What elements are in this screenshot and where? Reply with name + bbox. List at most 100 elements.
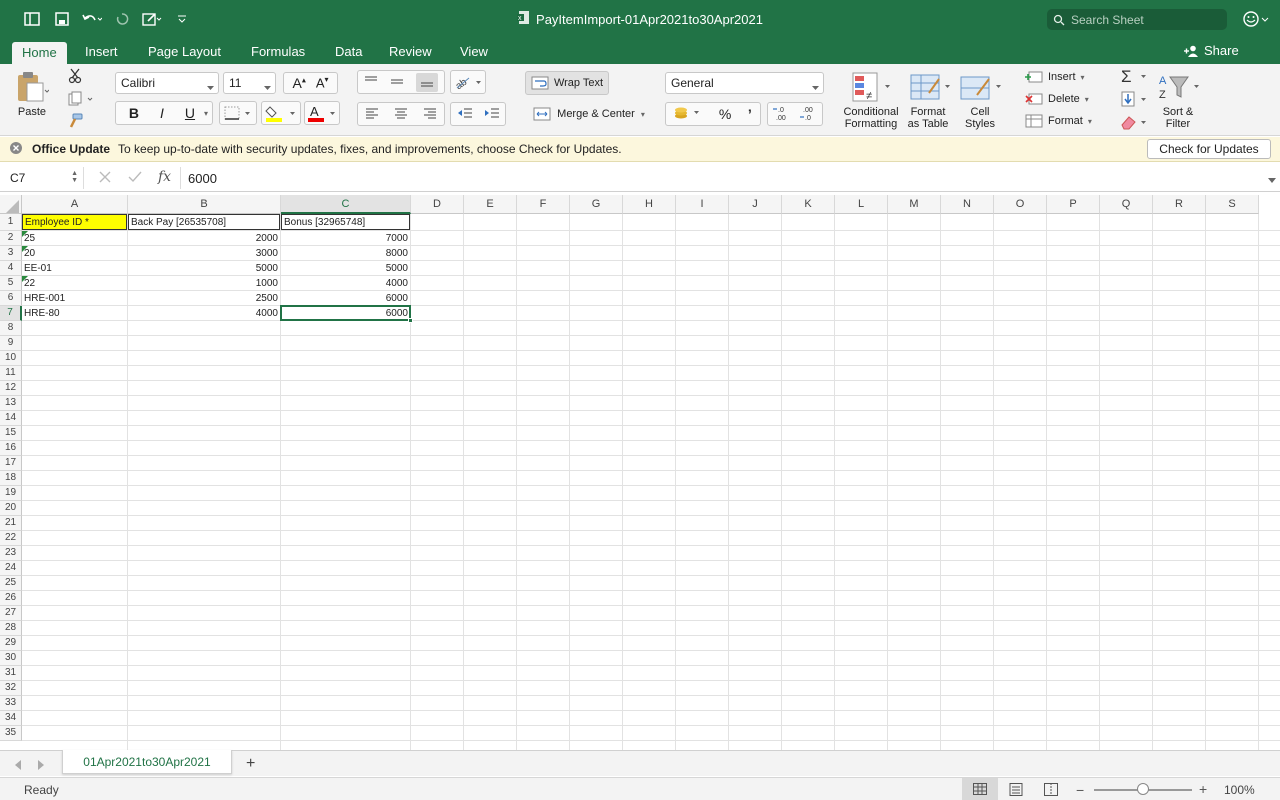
borders-button[interactable] <box>219 101 257 125</box>
table-cell[interactable]: 2500 <box>128 291 280 305</box>
decrease-indent-icon[interactable] <box>457 107 473 122</box>
sort-filter-button[interactable]: AZ <box>1155 70 1201 104</box>
row-header-32[interactable]: 32 <box>0 681 22 696</box>
column-header-i[interactable]: I <box>676 195 729 214</box>
tab-insert[interactable]: Insert <box>85 44 118 59</box>
row-header-33[interactable]: 33 <box>0 696 22 711</box>
comma-style-button[interactable]: ’ <box>748 106 752 122</box>
tab-formulas[interactable]: Formulas <box>251 44 305 59</box>
sheet-tab-active[interactable]: 01Apr2021to30Apr2021 <box>62 750 232 774</box>
page-layout-view-icon[interactable] <box>1009 783 1023 799</box>
clear-button[interactable] <box>1117 112 1151 132</box>
header-cell-b[interactable]: Back Pay [26535708] <box>128 214 280 230</box>
row-header-20[interactable]: 20 <box>0 501 22 516</box>
table-cell[interactable]: 1000 <box>128 276 280 290</box>
row-header-24[interactable]: 24 <box>0 561 22 576</box>
column-header-a[interactable]: A <box>22 195 128 214</box>
fill-button[interactable] <box>1117 89 1151 109</box>
conditional-formatting-button[interactable]: ≠ <box>848 70 894 104</box>
zoom-out-icon[interactable]: − <box>1076 782 1084 798</box>
formula-input[interactable]: 6000 <box>180 167 1270 189</box>
row-header-2[interactable]: 2 <box>0 231 22 246</box>
wrap-text-button[interactable]: Wrap Text <box>525 71 609 95</box>
font-size-grow-shrink[interactable]: A▴ A▾ <box>283 72 338 94</box>
decrease-decimal-icon[interactable]: .00.0 <box>799 105 819 124</box>
column-header-m[interactable]: M <box>888 195 941 214</box>
column-header-e[interactable]: E <box>464 195 517 214</box>
zoom-slider-thumb[interactable] <box>1137 783 1149 795</box>
row-header-1[interactable]: 1 <box>0 214 22 231</box>
row-header-14[interactable]: 14 <box>0 411 22 426</box>
fill-color-button[interactable] <box>261 101 301 125</box>
format-as-table-button[interactable] <box>906 70 952 104</box>
column-header-c[interactable]: C <box>281 195 411 214</box>
share-button[interactable]: Share <box>1184 43 1239 58</box>
select-all-corner[interactable] <box>0 195 22 214</box>
align-bottom-icon[interactable] <box>416 72 438 92</box>
row-header-9[interactable]: 9 <box>0 336 22 351</box>
page-break-preview-icon[interactable] <box>1044 783 1058 799</box>
row-header-31[interactable]: 31 <box>0 666 22 681</box>
column-header-q[interactable]: Q <box>1100 195 1153 214</box>
column-header-p[interactable]: P <box>1047 195 1100 214</box>
row-header-28[interactable]: 28 <box>0 621 22 636</box>
row-header-29[interactable]: 29 <box>0 636 22 651</box>
table-cell[interactable]: 6000 <box>281 306 410 320</box>
row-header-23[interactable]: 23 <box>0 546 22 561</box>
row-header-7[interactable]: 7 <box>0 306 22 321</box>
align-top-icon[interactable] <box>364 75 378 90</box>
row-header-34[interactable]: 34 <box>0 711 22 726</box>
table-cell[interactable]: 7000 <box>281 231 410 245</box>
accounting-format-icon[interactable] <box>674 106 702 123</box>
align-left-icon[interactable] <box>365 107 379 122</box>
row-header-21[interactable]: 21 <box>0 516 22 531</box>
row-header-17[interactable]: 17 <box>0 456 22 471</box>
header-cell-c[interactable]: Bonus [32965748] <box>281 214 410 230</box>
worksheet-grid[interactable]: A B C D E F G H I J K L M N O P Q R S 1 2 3 4 5 6 7 8 9 10 11 12 13 14 15… <box>0 195 1280 750</box>
table-cell[interactable]: 5000 <box>128 261 280 275</box>
table-cell[interactable]: HRE-80 <box>22 306 127 320</box>
table-cell[interactable]: 5000 <box>281 261 410 275</box>
column-header-g[interactable]: G <box>570 195 623 214</box>
merge-center-button[interactable]: Merge & Center ▾ <box>528 102 650 126</box>
font-name-select[interactable]: Calibri <box>115 72 219 94</box>
check-for-updates-button[interactable]: Check for Updates <box>1147 139 1271 159</box>
row-header-16[interactable]: 16 <box>0 441 22 456</box>
column-header-k[interactable]: K <box>782 195 835 214</box>
normal-view-icon[interactable] <box>962 778 998 800</box>
row-header-4[interactable]: 4 <box>0 261 22 276</box>
row-header-12[interactable]: 12 <box>0 381 22 396</box>
row-header-18[interactable]: 18 <box>0 471 22 486</box>
feedback-smiley-icon[interactable] <box>1242 10 1270 31</box>
table-cell[interactable]: 6000 <box>281 291 410 305</box>
insert-function-button[interactable]: fx <box>158 169 171 185</box>
table-cell[interactable]: 4000 <box>281 276 410 290</box>
cancel-entry-icon[interactable] <box>98 170 112 187</box>
align-right-icon[interactable] <box>423 107 437 122</box>
zoom-level[interactable]: 100% <box>1224 783 1255 797</box>
row-header-26[interactable]: 26 <box>0 591 22 606</box>
autosum-button[interactable]: Σ <box>1117 66 1151 86</box>
table-cell[interactable]: 2000 <box>128 231 280 245</box>
decrease-font-icon[interactable]: A▾ <box>316 75 329 90</box>
row-header-6[interactable]: 6 <box>0 291 22 306</box>
delete-cells-button[interactable]: Delete ▾ <box>1025 90 1097 108</box>
row-header-3[interactable]: 3 <box>0 246 22 261</box>
increase-indent-icon[interactable] <box>484 107 500 122</box>
font-color-button[interactable]: A <box>304 101 340 125</box>
table-cell[interactable]: EE-01 <box>22 261 127 275</box>
underline-button[interactable]: U <box>176 105 204 121</box>
confirm-entry-icon[interactable] <box>128 170 142 187</box>
row-header-19[interactable]: 19 <box>0 486 22 501</box>
add-sheet-icon[interactable]: + <box>246 755 255 773</box>
format-painter-icon[interactable] <box>66 112 84 130</box>
row-header-13[interactable]: 13 <box>0 396 22 411</box>
cell-styles-button[interactable] <box>958 70 1004 104</box>
orientation-button[interactable]: ab <box>450 70 486 94</box>
copy-icon[interactable] <box>66 90 96 108</box>
table-cell[interactable]: 20 <box>22 246 127 260</box>
expand-formula-bar-icon[interactable] <box>1268 173 1276 187</box>
italic-button[interactable]: I <box>148 105 176 121</box>
header-cell-a[interactable]: Employee ID * <box>22 214 127 230</box>
fill-handle[interactable] <box>408 318 413 323</box>
